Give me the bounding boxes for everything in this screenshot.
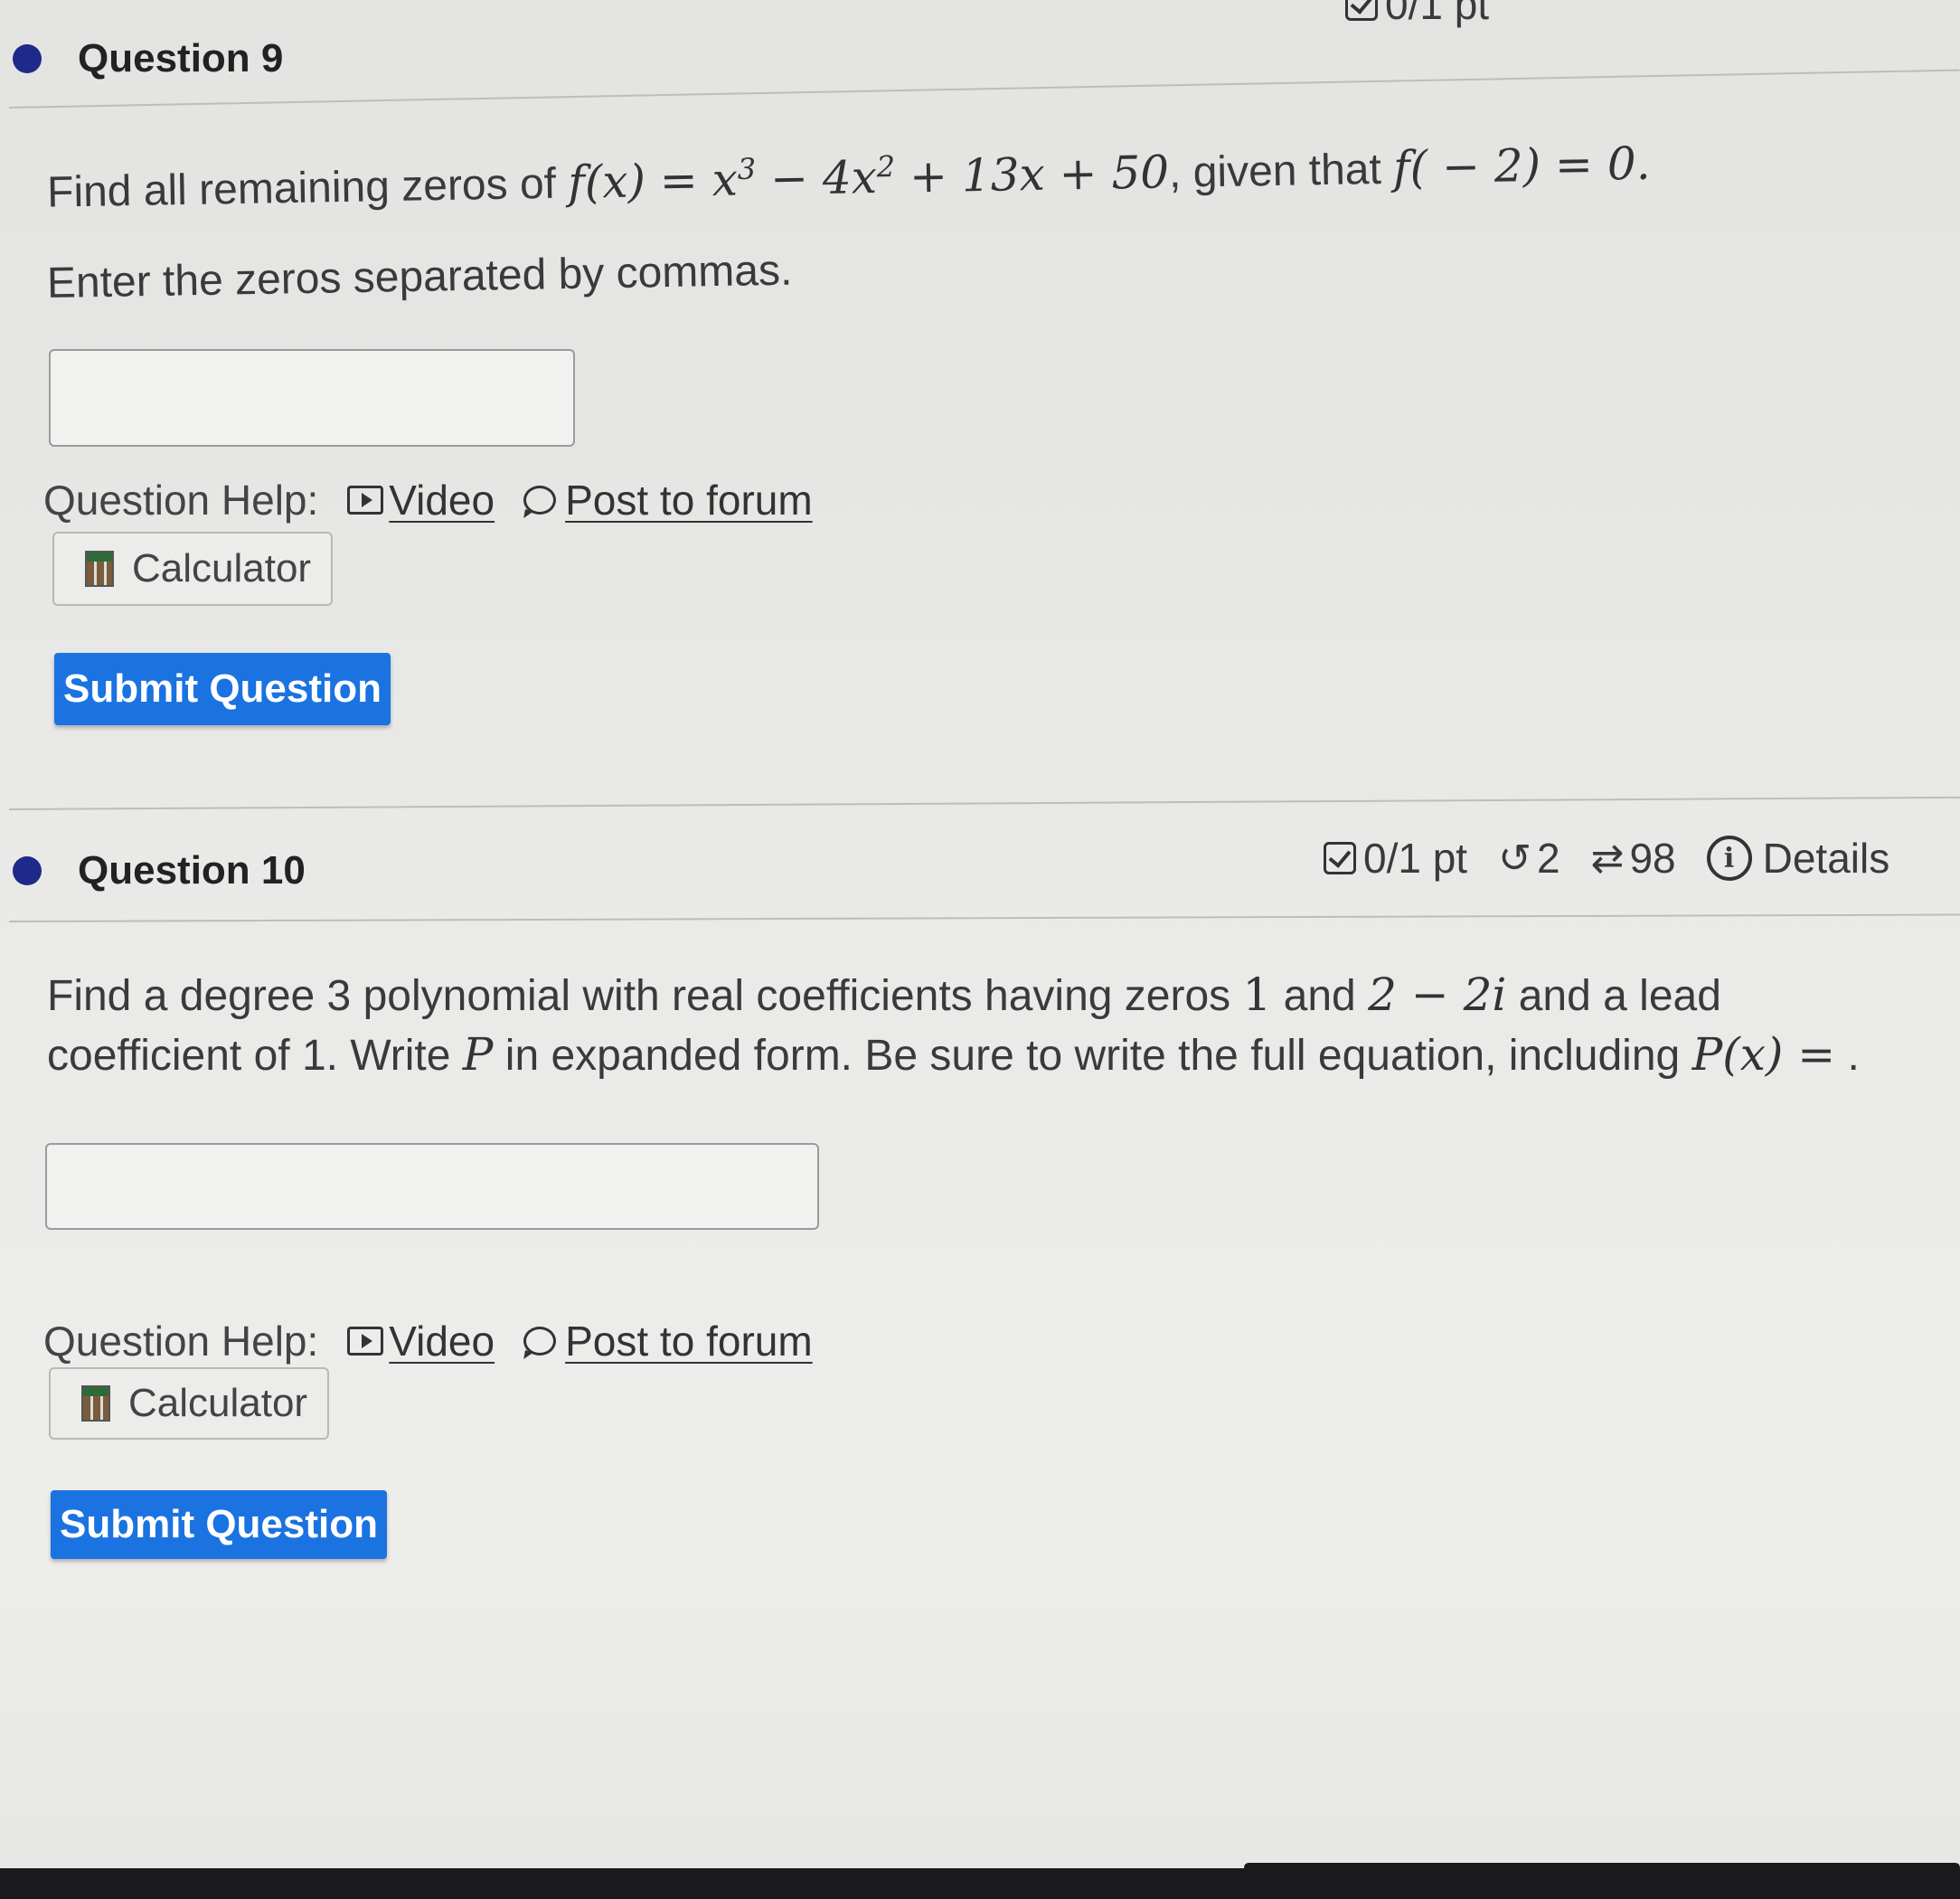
retry-icon: ↺: [1498, 835, 1531, 882]
calculator-button[interactable]: Calculator: [49, 1367, 329, 1440]
screen-bezel: [0, 1868, 1960, 1899]
video-icon: [347, 1327, 384, 1356]
divider: [8, 913, 1960, 922]
expr-part: f(x) = x: [567, 153, 739, 209]
answer-input[interactable]: [45, 1143, 819, 1230]
checkbox-icon: [1324, 842, 1356, 874]
question-prompt: Find a degree 3 polynomial with real coe…: [47, 966, 1909, 1085]
equation-expression: P(x) =: [1691, 1028, 1836, 1081]
points-label: 0/1 pt: [1385, 0, 1490, 28]
calculator-label: Calculator: [128, 1381, 308, 1425]
attempts-icon: ⇄: [1590, 835, 1625, 882]
video-link[interactable]: Video: [347, 1317, 495, 1365]
question-title: Question 10: [78, 848, 306, 893]
condition-expression: f( − 2) = 0.: [1392, 137, 1651, 194]
q9-header: Question 9: [13, 27, 283, 90]
details-label: Details: [1762, 835, 1890, 882]
prompt-text: .: [1835, 1032, 1860, 1080]
attempts: ⇄ 98: [1591, 834, 1676, 883]
divider: [8, 796, 1960, 810]
details-link[interactable]: i Details: [1706, 834, 1890, 883]
forum-label: Post to forum: [565, 477, 813, 524]
question-prompt: Find all remaining zeros of f(x) = x3 − …: [46, 119, 1915, 222]
video-link[interactable]: Video: [347, 476, 495, 524]
question-help: Question Help: Video Post to forum: [43, 476, 813, 524]
checkbox-icon: [1345, 0, 1378, 21]
forum-icon: [523, 486, 557, 515]
q10-meta: 0/1 pt ↺ 2 ⇄ 98 i Details: [1324, 834, 1920, 883]
forum-link[interactable]: Post to forum: [523, 1317, 813, 1365]
calculator-button[interactable]: Calculator: [52, 532, 333, 606]
prompt-text: Find all remaining zeros of: [46, 159, 569, 217]
instruction-text: Enter the zeros separated by commas.: [46, 246, 793, 307]
answer-input[interactable]: [49, 349, 575, 447]
attempts-count: 98: [1629, 835, 1676, 882]
help-label: Question Help:: [43, 477, 319, 524]
video-icon: [347, 486, 384, 515]
question-title: Question 9: [78, 36, 284, 80]
prompt-text: in expanded form. Be sure to write the f…: [493, 1032, 1692, 1080]
status-dot-icon: [13, 856, 42, 885]
zero-value: 2 − 2i: [1368, 968, 1507, 1021]
prompt-text: and: [1271, 972, 1369, 1020]
status-dot-icon: [13, 44, 42, 73]
prompt-text: , given that: [1168, 145, 1394, 197]
exponent: 2: [876, 148, 896, 184]
info-icon: i: [1706, 836, 1752, 881]
exponent: 3: [737, 151, 757, 186]
forum-icon: [523, 1327, 557, 1356]
submit-button[interactable]: Submit Question: [54, 653, 391, 725]
zero-value: 1: [1242, 968, 1272, 1021]
function-expression: f(x) = x3 − 4x2 + 13x + 50: [568, 146, 1170, 209]
expr-part: − 4x: [755, 150, 878, 205]
divider: [8, 69, 1960, 109]
forum-link[interactable]: Post to forum: [523, 476, 813, 524]
submit-button[interactable]: Submit Question: [51, 1490, 387, 1559]
calculator-icon: [81, 1385, 110, 1422]
expr-part: + 13x + 50: [894, 145, 1170, 203]
q10-header: Question 10: [13, 839, 306, 902]
retries-count: 2: [1536, 835, 1560, 882]
calculator-label: Calculator: [132, 546, 312, 590]
variable: P: [462, 1028, 494, 1081]
question-help: Question Help: Video Post to forum: [43, 1317, 813, 1365]
help-label: Question Help:: [43, 1318, 319, 1365]
calculator-icon: [85, 551, 114, 587]
video-label: Video: [389, 1318, 495, 1365]
retries: ↺ 2: [1498, 834, 1560, 883]
video-label: Video: [389, 477, 495, 524]
q9-meta: 0/1 pt: [1345, 0, 1520, 29]
forum-label: Post to forum: [565, 1318, 813, 1365]
prompt-text: Find a degree 3 polynomial with real coe…: [47, 972, 1243, 1020]
points-label: 0/1 pt: [1363, 835, 1468, 882]
